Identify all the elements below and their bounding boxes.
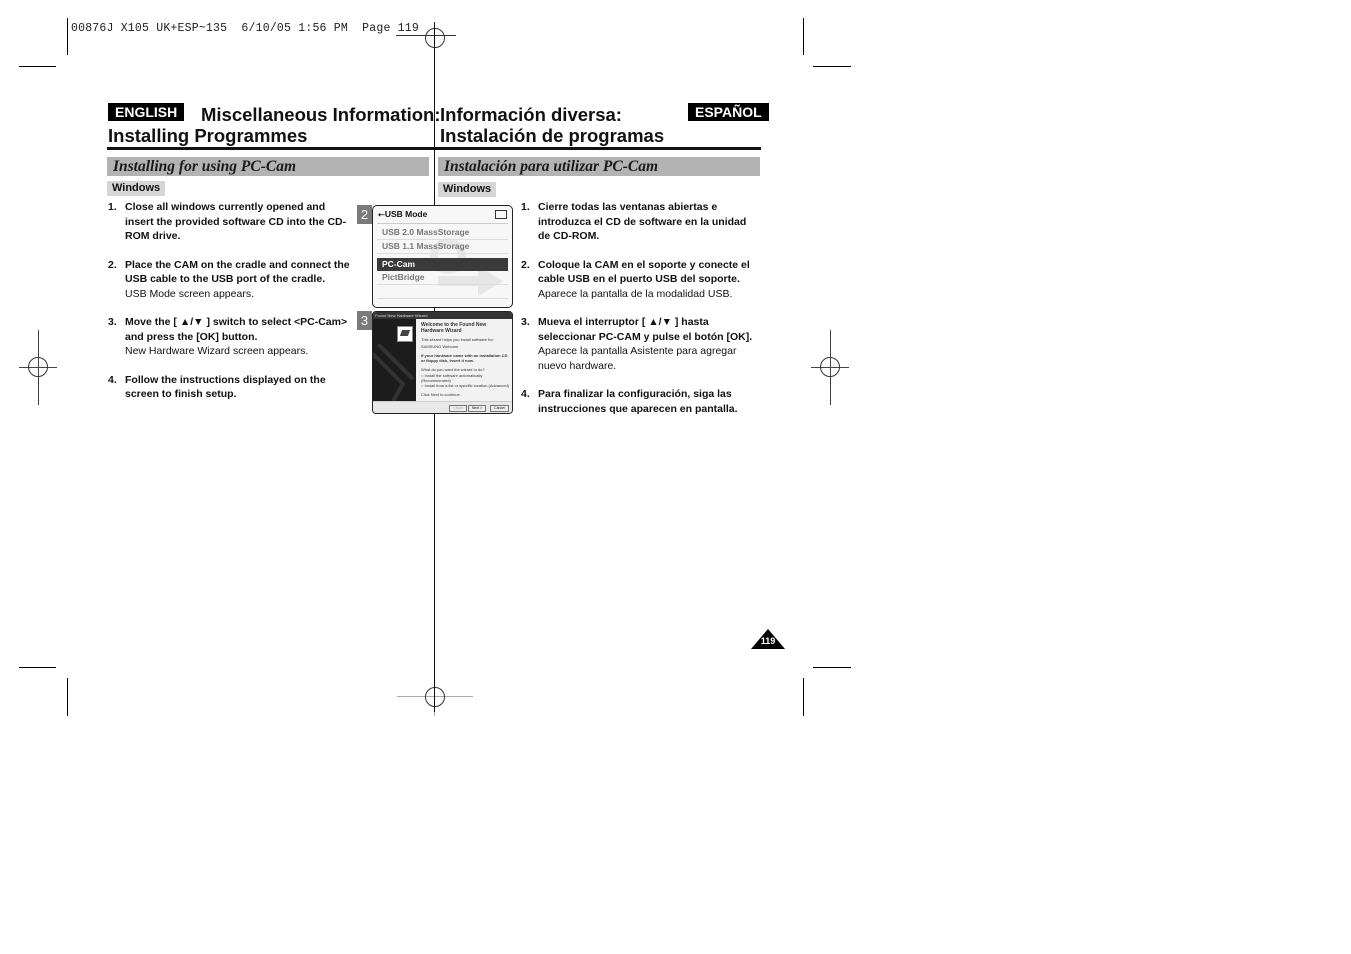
wizard-side-panel (373, 319, 416, 401)
battery-icon (495, 210, 507, 219)
english-title-rule (107, 147, 434, 150)
usb-option-pictbridge[interactable]: PictBridge (377, 271, 508, 285)
registration-mark-bottom (397, 678, 473, 718)
wizard-title-bar: Found New Hardware Wizard (373, 312, 512, 319)
crop-mark (813, 667, 851, 668)
figure-3-number: 3 (357, 311, 372, 330)
english-section-bar: Installing for using PC-Cam (107, 157, 429, 176)
english-badge: ENGLISH (108, 103, 185, 121)
spanish-step-3: 3. Mueva el interruptor [ ▲/▼ ] hasta se… (521, 316, 753, 372)
spanish-badge: ESPAÑOL (688, 103, 769, 121)
wizard-question: What do you want the wizard to do? (421, 367, 485, 372)
spanish-title-line1: Información diversa: (440, 104, 622, 125)
crop-mark (803, 18, 804, 55)
usb-option-usb20[interactable]: USB 2.0 MassStorage (377, 226, 508, 240)
usb-mode-header: ⭠USB Mode (373, 206, 512, 223)
usb-option-pccam-selected[interactable]: PC-Cam (377, 258, 508, 271)
wizard-cancel-button[interactable]: Cancel (490, 405, 509, 412)
wizard-option-advanced[interactable]: ○ Install from a list or specific locati… (421, 383, 509, 388)
registration-mark-left (19, 330, 59, 405)
usb-option-empty (377, 285, 508, 299)
wizard-continue: Click Next to continue. (421, 392, 461, 397)
wizard-line1: This wizard helps you install software f… (421, 337, 494, 342)
wizard-device: SAMSUNG Webcam (421, 344, 459, 349)
spanish-title-line2: Instalación de programas (440, 125, 665, 146)
crop-mark (19, 667, 56, 668)
wizard-next-button[interactable]: Next > (468, 405, 486, 412)
usb-option-empty (377, 299, 508, 307)
english-step-3: 3. Move the [ ▲/▼ ] switch to select <PC… (108, 316, 348, 357)
crop-mark (803, 678, 804, 716)
usb-mode-screen: ⭠USB Mode USB 2.0 MassStorage USB 1.1 Ma… (372, 205, 513, 308)
hardware-wizard-window: Found New Hardware Wizard Welcome to the… (372, 311, 513, 414)
page-number: 119 (760, 636, 776, 646)
registration-mark-right (811, 330, 851, 405)
spanish-section-bar: Instalación para utilizar PC-Cam (438, 157, 760, 176)
wizard-button-bar: < Back Next > Cancel (373, 401, 512, 413)
spanish-section-title: Instalación para utilizar PC-Cam (444, 158, 659, 175)
print-slug: 00876J X105 UK+ESP~135 6/10/05 1:56 PM P… (71, 22, 419, 35)
crop-mark (67, 18, 68, 55)
crop-mark (19, 66, 56, 67)
spanish-step-1: 1. Cierre todas las ventanas abiertas e … (521, 201, 747, 242)
wizard-heading: Welcome to the Found New Hardware Wizard (421, 322, 487, 334)
crop-mark (67, 678, 68, 716)
english-step-4: 4. Follow the instructions displayed on … (108, 373, 326, 401)
english-steps: 1. Close all windows currently opened an… (108, 200, 353, 402)
usb-mode-title: ⭠USB Mode (378, 209, 428, 219)
english-step-1: 1. Close all windows currently opened an… (108, 201, 347, 242)
crop-mark (813, 66, 851, 67)
spanish-step-2: 2. Coloque la CAM en el soporte y conect… (521, 258, 750, 300)
spanish-os-tag: Windows (438, 182, 497, 197)
english-os-tag: Windows (107, 181, 166, 196)
wizard-back-button[interactable]: < Back (449, 405, 467, 412)
english-title-line2: Installing Programmes (108, 125, 308, 146)
usb-option-usb11[interactable]: USB 1.1 MassStorage (377, 240, 508, 254)
wizard-option-auto[interactable]: ○ Install the software automatically (Re… (421, 373, 509, 383)
wizard-decor (373, 344, 415, 401)
wizard-hardware-icon (397, 326, 413, 342)
wizard-cd-hint: If your hardware came with an installati… (421, 353, 508, 363)
figure-2-number: 2 (357, 205, 372, 224)
usb-icon: ⭠ (378, 209, 385, 219)
english-step-2: 2. Place the CAM on the cradle and conne… (108, 258, 350, 300)
spanish-steps: 1. Cierre todas las ventanas abiertas e … (521, 200, 761, 416)
spanish-step-4: 4. Para finalizar la configuración, siga… (521, 388, 738, 415)
english-section-title: Installing for using PC-Cam (113, 158, 297, 175)
english-title-line1: Miscellaneous Information: (201, 104, 441, 125)
spanish-title-rule (435, 147, 761, 150)
